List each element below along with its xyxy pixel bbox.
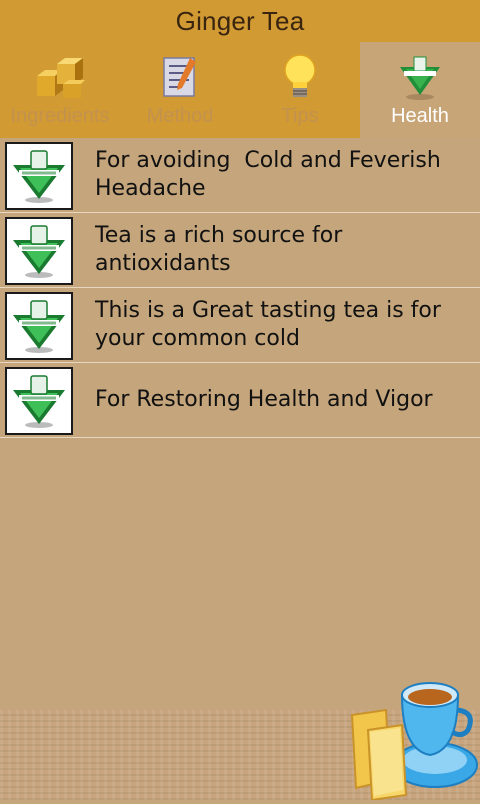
list-item[interactable]: Tea is a rich source for antioxidants bbox=[0, 213, 480, 288]
tab-health-label: Health bbox=[391, 105, 449, 127]
tab-health[interactable]: Health bbox=[360, 42, 480, 138]
notepad-icon bbox=[152, 52, 208, 102]
tab-ingredients-label: Ingredients bbox=[10, 105, 110, 127]
teacup-with-toast-icon bbox=[330, 670, 480, 802]
list-item-text: This is a Great tasting tea is for your … bbox=[95, 298, 448, 351]
title-bar: Ginger Tea bbox=[0, 0, 480, 42]
app-title: Ginger Tea bbox=[175, 5, 305, 36]
tab-tips[interactable]: Tips bbox=[240, 42, 360, 138]
list-item[interactable]: For avoiding Cold and Feverish Headache bbox=[0, 138, 480, 213]
tab-method[interactable]: Method bbox=[120, 42, 240, 138]
health-emblem-icon bbox=[392, 52, 448, 102]
health-list: For avoiding Cold and Feverish Headache … bbox=[0, 138, 480, 438]
tab-method-label: Method bbox=[146, 105, 214, 127]
tab-bar: Ingredients Method Tips Health bbox=[0, 42, 480, 138]
health-emblem-icon bbox=[5, 217, 73, 285]
list-item-text: For avoiding Cold and Feverish Headache bbox=[95, 148, 448, 201]
tab-ingredients[interactable]: Ingredients bbox=[0, 42, 120, 138]
boxes-icon bbox=[32, 52, 88, 102]
list-item[interactable]: For Restoring Health and Vigor bbox=[0, 363, 480, 438]
list-item[interactable]: This is a Great tasting tea is for your … bbox=[0, 288, 480, 363]
tab-tips-label: Tips bbox=[281, 105, 319, 127]
lightbulb-icon bbox=[272, 52, 328, 102]
health-emblem-icon bbox=[5, 367, 73, 435]
list-item-text: Tea is a rich source for antioxidants bbox=[95, 223, 350, 276]
health-emblem-icon bbox=[5, 142, 73, 210]
health-emblem-icon bbox=[5, 292, 73, 360]
list-item-text: For Restoring Health and Vigor bbox=[95, 387, 433, 412]
